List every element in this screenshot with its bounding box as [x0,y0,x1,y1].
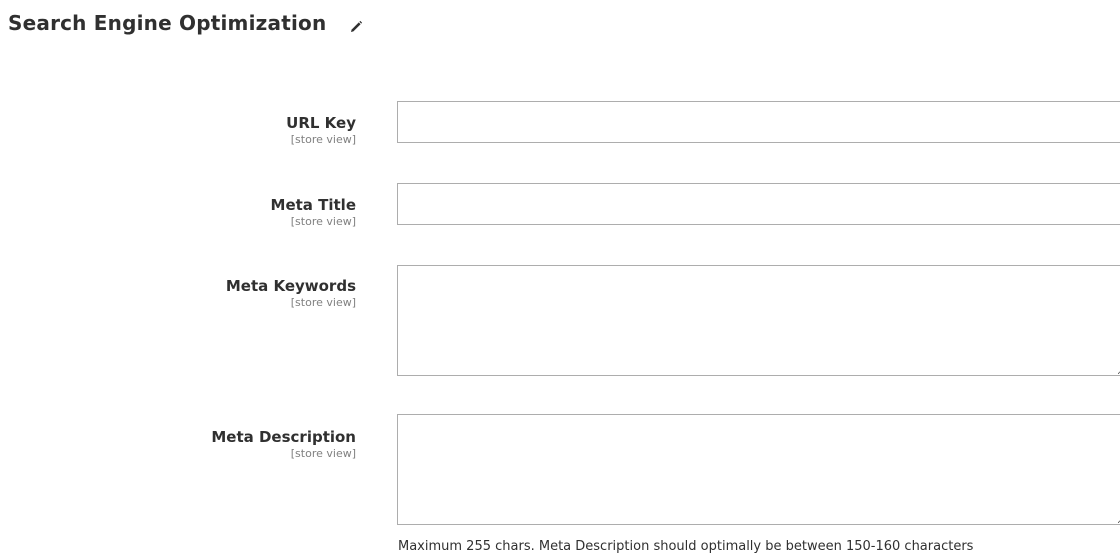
meta-keywords-textarea[interactable] [397,265,1120,376]
url-key-input[interactable] [397,101,1120,143]
meta-keywords-label: Meta Keywords [225,277,356,295]
meta-description-scope: [store view] [290,447,356,460]
meta-keywords-label-block: Meta Keywords [store view] [226,277,356,309]
url-key-label-block: URL Key [store view] [286,114,356,146]
meta-description-label-block: Meta Description [store view] [211,428,356,460]
pencil-icon[interactable] [348,16,364,32]
meta-title-label: Meta Title [270,196,356,214]
meta-description-label: Meta Description [211,428,356,446]
meta-title-input[interactable] [397,183,1120,225]
meta-title-scope: [store view] [290,215,356,228]
meta-keywords-scope: [store view] [290,296,356,309]
meta-title-label-block: Meta Title [store view] [271,196,356,228]
meta-description-note: Maximum 255 chars. Meta Description shou… [398,539,974,554]
section-title: Search Engine Optimization [8,11,327,35]
url-key-scope: [store view] [290,133,356,146]
meta-description-textarea[interactable] [397,414,1120,525]
section-header: Search Engine Optimization [8,8,364,38]
url-key-label: URL Key [286,114,356,132]
